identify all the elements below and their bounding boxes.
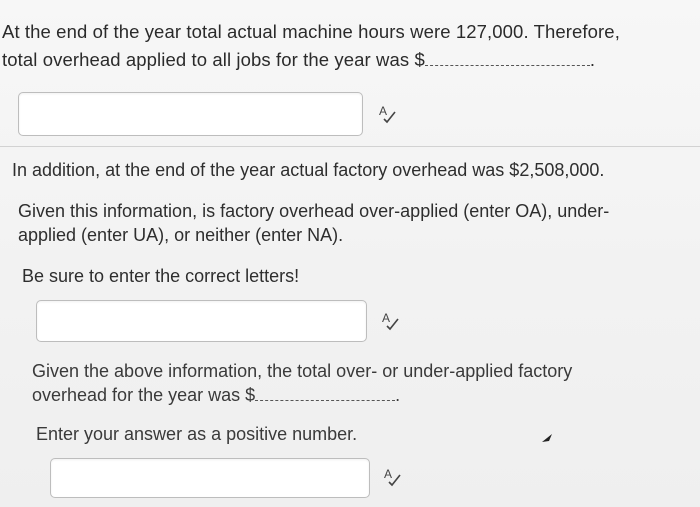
spellcheck-icon[interactable]: A [382, 466, 404, 488]
instruction-text: Be sure to enter the correct letters! [22, 266, 300, 286]
over-under-question-line-2: applied (enter UA), or neither (enter NA… [18, 225, 344, 245]
positive-number-instruction: Enter your answer as a positive number. [36, 424, 358, 444]
over-under-question-line-1: Given this information, is factory overh… [18, 201, 610, 221]
total-text-prefix: overhead for the year was $ [32, 385, 256, 405]
actual-overhead-text: In addition, at the end of the year actu… [12, 160, 605, 180]
question-applied-overhead: At the end of the year total actual mach… [2, 18, 698, 74]
question-text-suffix: . [589, 49, 596, 70]
mouse-cursor-icon [542, 434, 552, 442]
spellcheck-icon[interactable]: A [380, 310, 402, 332]
total-over-under-text-line-2: overhead for the year was $. [32, 382, 400, 409]
section-divider [0, 146, 700, 147]
total-over-under-text-line-1: Given the above information, the total o… [32, 361, 573, 381]
question-text-prefix: total overhead applied to all jobs for t… [2, 49, 425, 70]
svg-text:A: A [384, 467, 392, 481]
question-page: At the end of the year total actual mach… [0, 0, 700, 507]
total-text-suffix: . [395, 385, 401, 405]
total-over-under-input[interactable] [50, 458, 370, 498]
svg-text:A: A [379, 104, 387, 118]
applied-overhead-input[interactable] [18, 92, 363, 136]
answer-blank [255, 386, 396, 401]
spellcheck-icon[interactable]: A [377, 103, 399, 125]
answer-blank [424, 51, 590, 66]
over-under-applied-input[interactable] [36, 300, 367, 342]
svg-text:A: A [382, 311, 390, 325]
question-text-line-1: At the end of the year total actual mach… [2, 21, 620, 42]
question-text-line-2: total overhead applied to all jobs for t… [2, 46, 698, 74]
